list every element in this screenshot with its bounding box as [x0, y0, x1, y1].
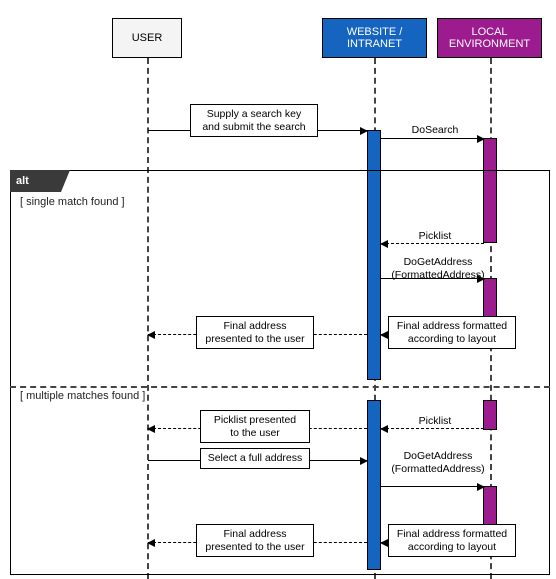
arrow-doget-2 — [381, 486, 484, 487]
alt-separator — [10, 386, 550, 388]
alt-fragment: alt — [10, 170, 550, 575]
msg-select: Select a full address — [200, 448, 310, 469]
msg-picklistpres: Picklist presented to the user — [200, 410, 310, 443]
msg-picklist-2: Picklist — [405, 415, 465, 428]
msg-finalpres-2: Final address presented to the user — [196, 524, 314, 557]
msg-finalfmt-2: Final address formatted according to lay… — [388, 524, 516, 557]
guard-single: [ single match found ] — [20, 196, 125, 208]
guard-multi: [ multiple matches found ] — [20, 390, 145, 402]
arrow-picklist-2 — [381, 428, 484, 429]
msg-doget-2: DoGetAddress (FormattedAddress) — [388, 450, 488, 475]
msg-picklist-1: Picklist — [405, 230, 465, 243]
msg-finalpres-1: Final address presented to the user — [196, 316, 314, 349]
msg-doget-1: DoGetAddress (FormattedAddress) — [388, 256, 488, 281]
msg-supply: Supply a search key and submit the searc… — [190, 104, 318, 137]
actor-website: WEBSITE / INTRANET — [322, 18, 427, 58]
actor-local-environment: LOCAL ENVIRONMENT — [437, 18, 542, 58]
alt-label: alt — [10, 170, 70, 192]
msg-dosearch: DoSearch — [400, 124, 470, 137]
sequence-diagram: USER WEBSITE / INTRANET LOCAL ENVIRONMEN… — [0, 0, 556, 579]
actor-user: USER — [112, 18, 182, 58]
arrow-picklist-1 — [381, 243, 484, 244]
arrow-dosearch — [381, 138, 484, 139]
msg-finalfmt-1: Final address formatted according to lay… — [388, 316, 516, 349]
